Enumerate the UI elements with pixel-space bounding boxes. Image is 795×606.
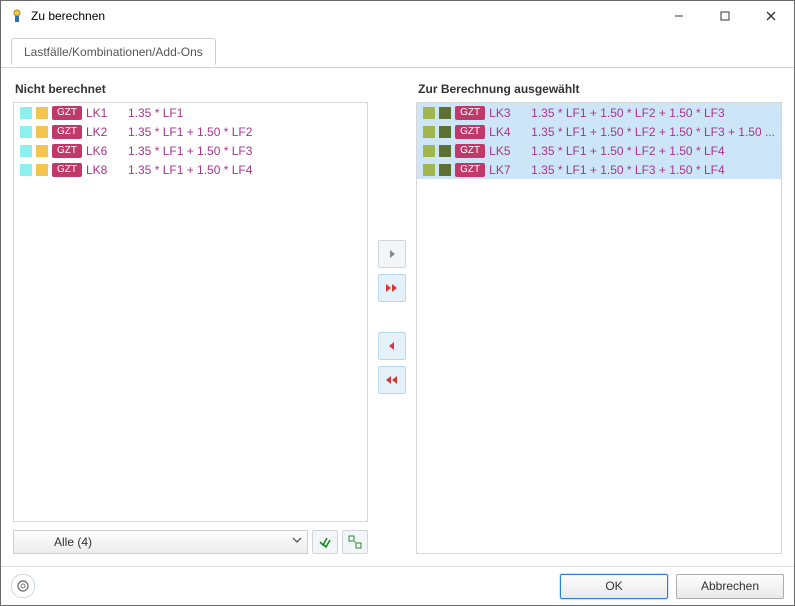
load-case-code: LK8 — [86, 163, 124, 177]
load-case-formula: 1.35 * LF1 + 1.50 * LF2 — [128, 125, 252, 139]
color-swatch-icon — [36, 145, 48, 157]
list-item[interactable]: GZT LK8 1.35 * LF1 + 1.50 * LF4 — [14, 160, 367, 179]
left-panel: Nicht berechnet GZT LK1 1.35 * LF1 GZT L… — [13, 80, 368, 554]
color-swatch-icon — [439, 145, 451, 157]
color-swatch-icon — [20, 164, 32, 176]
list-item[interactable]: GZT LK1 1.35 * LF1 — [14, 103, 367, 122]
load-case-formula: 1.35 * LF1 + 1.50 * LF4 — [128, 163, 252, 177]
close-button[interactable] — [748, 1, 794, 31]
gzt-badge: GZT — [52, 125, 82, 139]
list-item[interactable]: GZT LK7 1.35 * LF1 + 1.50 * LF3 + 1.50 *… — [417, 160, 781, 179]
right-list[interactable]: GZT LK3 1.35 * LF1 + 1.50 * LF2 + 1.50 *… — [416, 102, 782, 554]
minimize-button[interactable] — [656, 1, 702, 31]
gzt-badge: GZT — [455, 106, 485, 120]
load-case-code: LK1 — [86, 106, 124, 120]
load-case-formula: 1.35 * LF1 + 1.50 * LF2 + 1.50 * LF4 — [531, 144, 724, 158]
app-icon — [9, 8, 25, 24]
color-swatch-icon — [439, 164, 451, 176]
gzt-badge: GZT — [52, 106, 82, 120]
load-case-code: LK3 — [489, 106, 527, 120]
transfer-buttons — [374, 80, 410, 554]
gzt-badge: GZT — [52, 163, 82, 177]
left-panel-header: Nicht berechnet — [13, 80, 368, 98]
chevron-down-icon — [291, 534, 303, 549]
list-item[interactable]: GZT LK6 1.35 * LF1 + 1.50 * LF3 — [14, 141, 367, 160]
load-case-code: LK5 — [489, 144, 527, 158]
gzt-badge: GZT — [455, 144, 485, 158]
load-case-formula: 1.35 * LF1 + 1.50 * LF2 + 1.50 * LF3 + 1… — [531, 125, 775, 139]
left-list[interactable]: GZT LK1 1.35 * LF1 GZT LK2 1.35 * LF1 + … — [13, 102, 368, 522]
load-case-code: LK6 — [86, 144, 124, 158]
move-all-left-button[interactable] — [378, 366, 406, 394]
color-swatch-icon — [423, 107, 435, 119]
move-right-button[interactable] — [378, 240, 406, 268]
load-case-formula: 1.35 * LF1 + 1.50 * LF3 + 1.50 * LF4 — [531, 163, 724, 177]
load-case-code: LK7 — [489, 163, 527, 177]
maximize-button[interactable] — [702, 1, 748, 31]
list-item[interactable]: GZT LK2 1.35 * LF1 + 1.50 * LF2 — [14, 122, 367, 141]
check-all-button[interactable] — [312, 530, 338, 554]
color-swatch-icon — [20, 126, 32, 138]
filter-combo[interactable]: Alle (4) — [13, 530, 308, 554]
list-item[interactable]: GZT LK3 1.35 * LF1 + 1.50 * LF2 + 1.50 *… — [417, 103, 781, 122]
select-filter-button[interactable] — [342, 530, 368, 554]
color-swatch-icon — [36, 107, 48, 119]
color-swatch-icon — [20, 107, 32, 119]
ok-button[interactable]: OK — [560, 574, 668, 599]
color-swatch-icon — [36, 126, 48, 138]
dialog-body: Nicht berechnet GZT LK1 1.35 * LF1 GZT L… — [1, 68, 794, 566]
color-swatch-icon — [439, 126, 451, 138]
title-bar: Zu berechnen — [1, 1, 794, 31]
list-item[interactable]: GZT LK4 1.35 * LF1 + 1.50 * LF2 + 1.50 *… — [417, 122, 781, 141]
load-case-code: LK4 — [489, 125, 527, 139]
right-panel-header: Zur Berechnung ausgewählt — [416, 80, 782, 98]
load-case-formula: 1.35 * LF1 + 1.50 * LF2 + 1.50 * LF3 — [531, 106, 724, 120]
color-swatch-icon — [423, 145, 435, 157]
gzt-badge: GZT — [52, 144, 82, 158]
dialog-footer: OK Abbrechen — [1, 566, 794, 605]
left-footer: Alle (4) — [13, 530, 368, 554]
color-swatch-icon — [439, 107, 451, 119]
tab-load-cases[interactable]: Lastfälle/Kombinationen/Add-Ons — [11, 38, 216, 65]
load-case-formula: 1.35 * LF1 — [128, 106, 183, 120]
right-panel: Zur Berechnung ausgewählt GZT LK3 1.35 *… — [416, 80, 782, 554]
tab-strip: Lastfälle/Kombinationen/Add-Ons — [1, 31, 794, 68]
window: { "window": { "title": "Zu berechnen" },… — [0, 0, 795, 606]
color-swatch-icon — [423, 126, 435, 138]
help-button[interactable] — [11, 574, 35, 598]
load-case-formula: 1.35 * LF1 + 1.50 * LF3 — [128, 144, 252, 158]
list-item[interactable]: GZT LK5 1.35 * LF1 + 1.50 * LF2 + 1.50 *… — [417, 141, 781, 160]
filter-value: Alle (4) — [20, 535, 92, 549]
window-title: Zu berechnen — [31, 9, 656, 23]
gzt-badge: GZT — [455, 125, 485, 139]
color-swatch-icon — [20, 145, 32, 157]
color-swatch-icon — [36, 164, 48, 176]
color-swatch-icon — [423, 164, 435, 176]
move-left-button[interactable] — [378, 332, 406, 360]
load-case-code: LK2 — [86, 125, 124, 139]
move-all-right-button[interactable] — [378, 274, 406, 302]
gzt-badge: GZT — [455, 163, 485, 177]
cancel-button[interactable]: Abbrechen — [676, 574, 784, 599]
